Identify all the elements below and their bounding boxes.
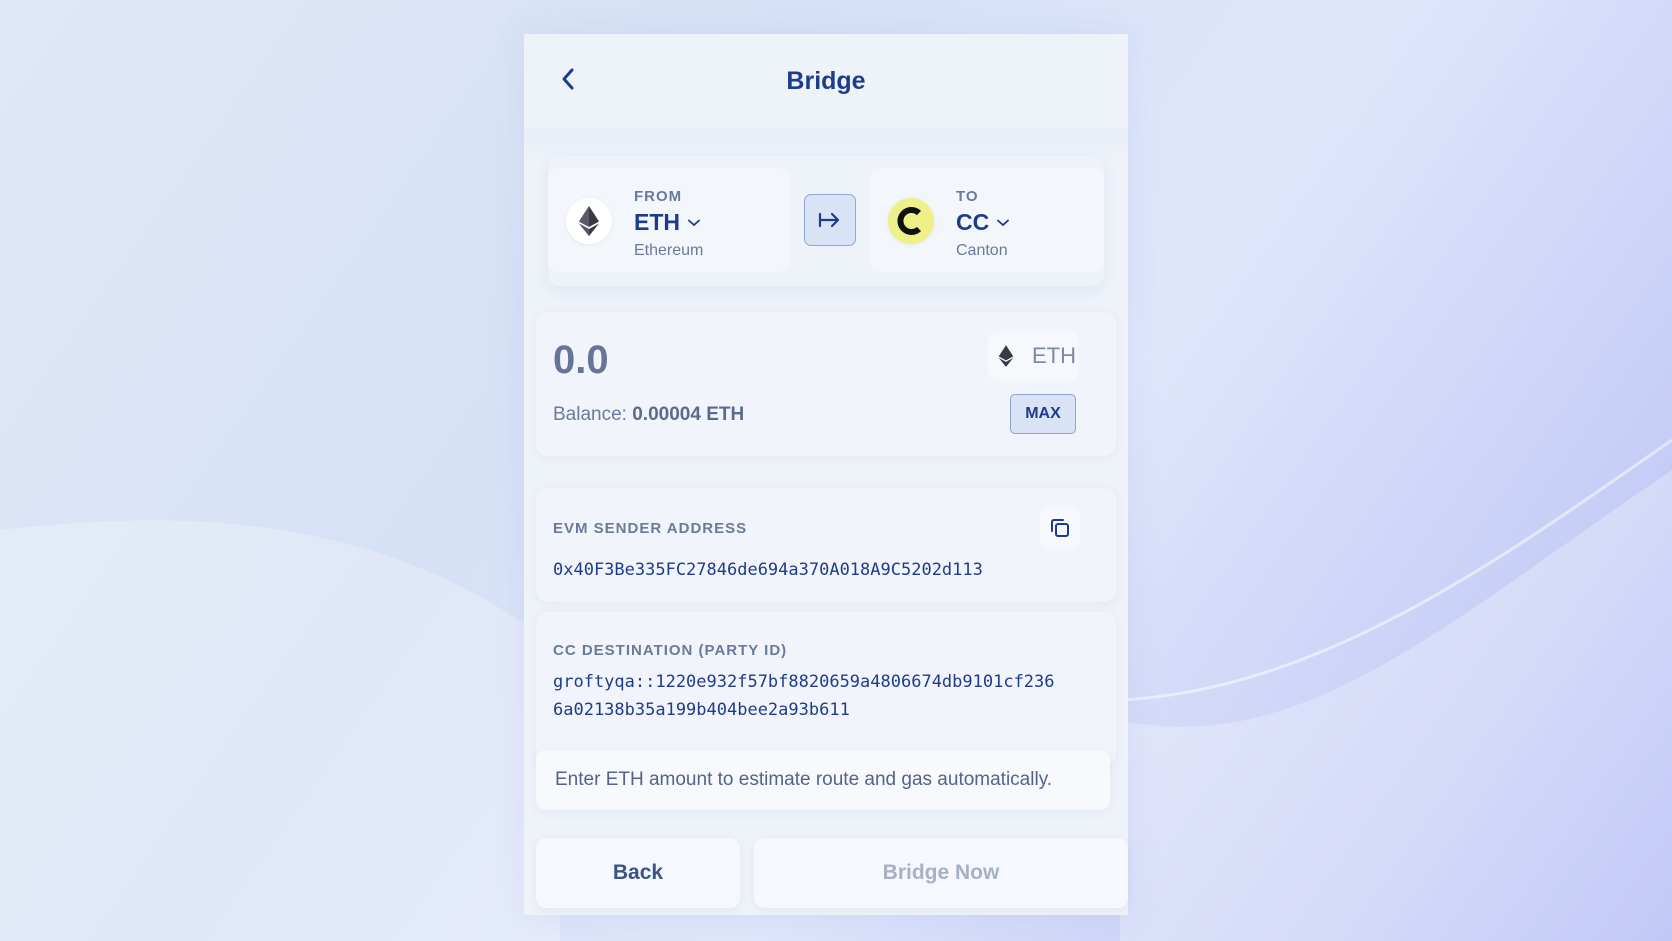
- destination-label: CC DESTINATION (PARTY ID): [553, 642, 788, 659]
- destination-card: CC DESTINATION (PARTY ID) groftyqa::1220…: [536, 612, 1116, 766]
- cc-logo-icon: [897, 207, 922, 235]
- amount-input[interactable]: 0.0: [553, 338, 609, 383]
- hint-text: Enter ETH amount to estimate route and g…: [555, 769, 1053, 790]
- copy-address-button[interactable]: [1040, 508, 1080, 548]
- max-button[interactable]: MAX: [1010, 394, 1076, 434]
- eth-logo-icon: [998, 345, 1014, 367]
- from-chain-name: Ethereum: [634, 242, 704, 259]
- header-back-button[interactable]: [552, 62, 586, 96]
- chain-selector-card: FROM ETH Ethereum TO CC Canton: [548, 156, 1104, 286]
- destination-value-line2: 6a02138b35a199b404bee2a93b611: [553, 700, 850, 720]
- hint-box: Enter ETH amount to estimate route and g…: [536, 750, 1110, 810]
- destination-value-line1: groftyqa::1220e932f57bf8820659a4806674db…: [553, 672, 1055, 692]
- from-chain-selector[interactable]: FROM ETH Ethereum: [548, 168, 790, 272]
- balance-value: 0.00004 ETH: [632, 404, 745, 425]
- sender-address-value: 0x40F3Be335FC27846de694a370A018A9C5202d1…: [553, 560, 983, 580]
- chevron-down-icon: [997, 219, 1010, 226]
- to-token-dropdown[interactable]: CC: [956, 209, 1010, 236]
- sender-address-label: EVM SENDER ADDRESS: [553, 520, 748, 537]
- to-label: TO: [956, 188, 979, 205]
- to-symbol: CC: [956, 209, 990, 235]
- cc-logo: [888, 198, 934, 244]
- to-chain-selector[interactable]: TO CC Canton: [870, 168, 1104, 272]
- sender-address-card: EVM SENDER ADDRESS 0x40F3Be335FC27846de6…: [536, 488, 1116, 602]
- header: Bridge: [524, 34, 1128, 128]
- from-token-dropdown[interactable]: ETH: [634, 209, 703, 236]
- balance-label: Balance:: [553, 404, 627, 425]
- swap-direction-button[interactable]: [804, 194, 856, 246]
- copy-icon: [1051, 519, 1069, 537]
- from-symbol: ETH: [634, 209, 680, 235]
- back-button[interactable]: Back: [536, 838, 740, 908]
- eth-logo-icon: [579, 206, 599, 236]
- to-chain-name: Canton: [956, 242, 1008, 259]
- header-divider: [524, 128, 1128, 158]
- chevron-down-icon: [688, 219, 700, 226]
- balance-text: Balance: 0.00004 ETH: [553, 404, 744, 426]
- amount-token-label: ETH: [1032, 343, 1076, 368]
- from-label: FROM: [634, 188, 683, 205]
- bridge-panel: Bridge FROM ETH Ethereum TO CC Canton 0.…: [524, 34, 1128, 915]
- back-chevron-icon: [562, 68, 574, 90]
- amount-card: 0.0 ETH Balance: 0.00004 ETH MAX: [536, 312, 1116, 456]
- amount-token-pill: ETH: [988, 332, 1078, 380]
- page-title: Bridge: [786, 66, 866, 95]
- eth-logo: [566, 198, 612, 244]
- arrow-right-icon: [818, 212, 840, 228]
- bridge-now-button[interactable]: Bridge Now: [754, 838, 1128, 908]
